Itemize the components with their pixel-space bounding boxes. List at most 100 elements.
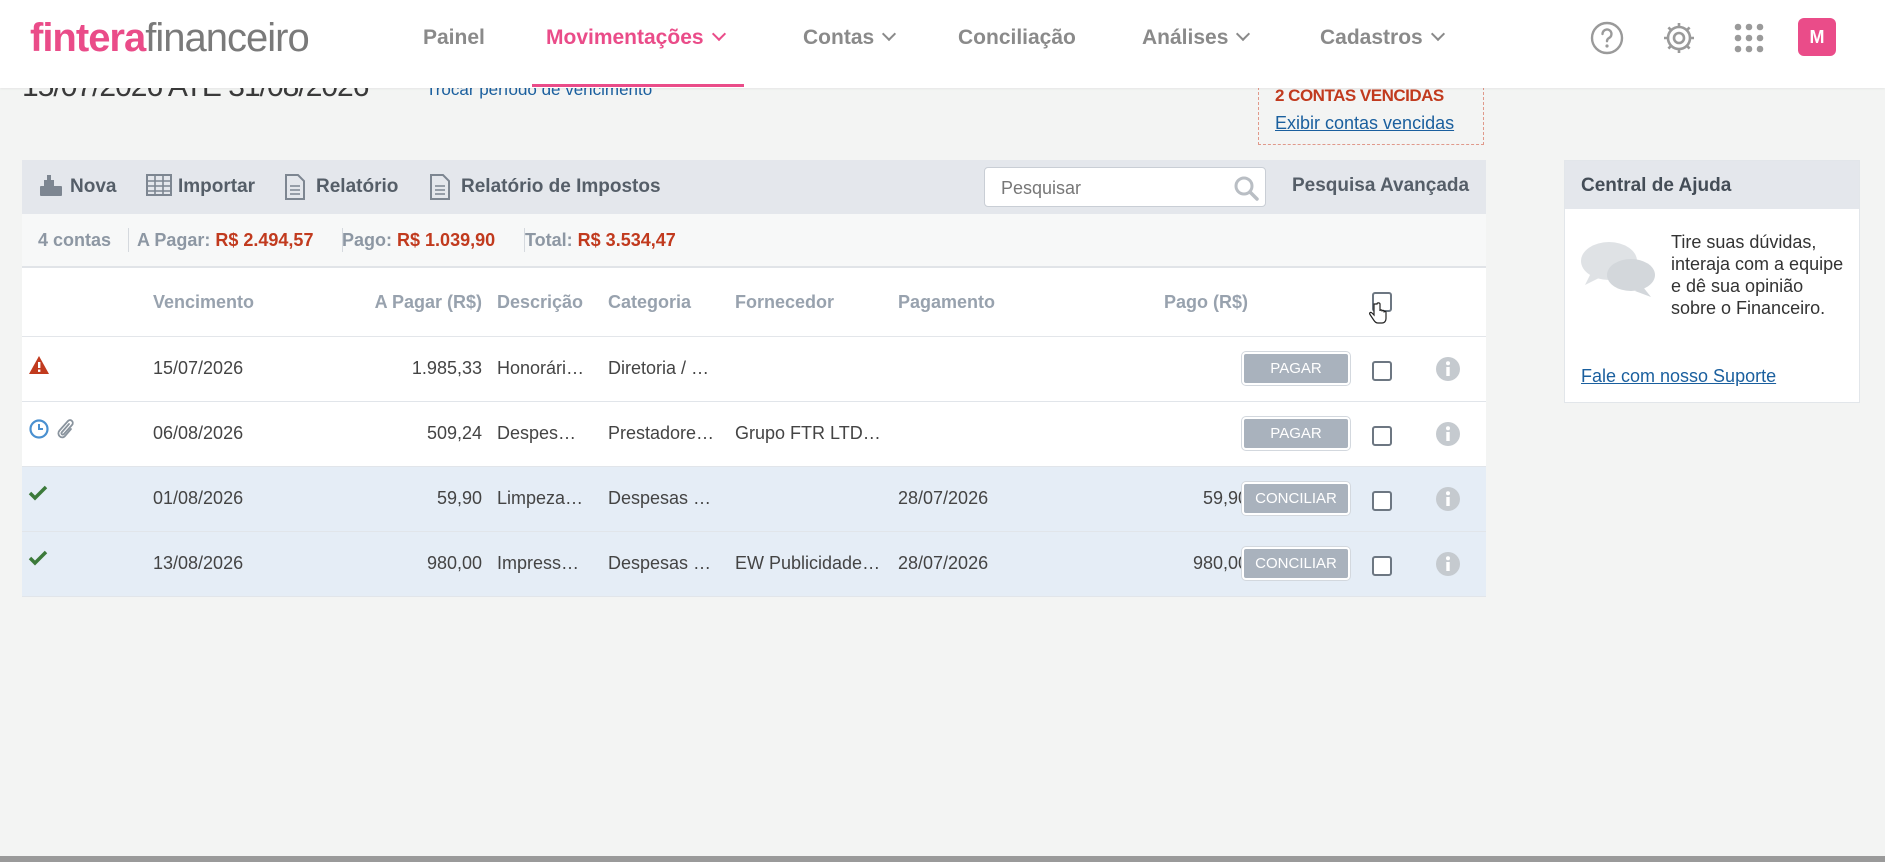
import-button[interactable]: Importar	[146, 174, 256, 198]
logo[interactable]: finterafinanceiro	[30, 16, 310, 61]
logo-sub: financeiro	[145, 16, 309, 60]
reconcile-button[interactable]: CONCILIAR	[1242, 482, 1350, 515]
pay-button[interactable]: PAGAR	[1242, 352, 1350, 385]
toolbar: Nova Importar Relatório Relatório de Imp…	[22, 160, 1486, 214]
cash-register-icon	[40, 175, 62, 196]
supplier: Grupo FTR LTD…	[735, 423, 881, 443]
col-due[interactable]: Vencimento	[153, 292, 254, 313]
nav-item-analises[interactable]: Análises	[1142, 26, 1251, 50]
search-box	[984, 167, 1266, 207]
show-overdue-link[interactable]: Exibir contas vencidas	[1275, 113, 1454, 134]
apps-grid-icon[interactable]	[1731, 20, 1767, 56]
nav-item-contas[interactable]: Contas	[803, 26, 897, 50]
chevron-down-icon	[1430, 26, 1445, 42]
paid-summary: Pago: R$ 1.039,90	[342, 230, 495, 251]
search-icon[interactable]	[1233, 175, 1259, 201]
checkmark-icon	[28, 550, 48, 566]
nav-label: Contas	[803, 26, 875, 49]
chevron-down-icon	[711, 26, 726, 42]
col-supplier[interactable]: Fornecedor	[735, 292, 834, 313]
report-label: Relatório	[316, 176, 399, 197]
amount-to-pay: 509,24	[426, 423, 482, 443]
import-label: Importar	[178, 176, 256, 197]
amount-to-pay: 59,90	[436, 488, 482, 508]
col-payment[interactable]: Pagamento	[898, 292, 995, 313]
col-paid[interactable]: Pago (R$)	[1062, 292, 1248, 313]
table-row[interactable]: 01/08/2026 59,90 Limpeza… Despesas … 28/…	[22, 467, 1486, 532]
clock-icon	[29, 419, 49, 439]
due-date: 01/08/2026	[153, 488, 244, 508]
nav-label: Cadastros	[1320, 26, 1423, 49]
row-checkbox[interactable]	[1372, 361, 1392, 381]
nav-item-movimentacoes[interactable]: Movimentações	[546, 26, 726, 50]
gear-icon[interactable]	[1661, 20, 1697, 56]
info-icon[interactable]	[1435, 421, 1461, 447]
help-center-panel: Central de Ajuda Tire suas dúvidas, inte…	[1564, 160, 1860, 403]
table-row[interactable]: 15/07/2026 1.985,33 Honorári… Diretoria …	[22, 337, 1486, 402]
table-icon	[146, 174, 172, 196]
bills-table: Vencimento A Pagar (R$) Descrição Catego…	[22, 268, 1486, 597]
payment-date: 28/07/2026	[898, 553, 989, 573]
nav-item-painel[interactable]: Painel	[423, 26, 485, 50]
new-label: Nova	[70, 176, 117, 197]
paid-label: Pago:	[342, 230, 393, 250]
due-date: 15/07/2026	[153, 358, 244, 378]
warning-icon	[29, 356, 49, 374]
nav-label: Conciliação	[958, 26, 1076, 49]
document-icon	[430, 174, 450, 200]
checkmark-icon	[28, 485, 48, 501]
help-text: Tire suas dúvidas, interaja com a equipe…	[1671, 232, 1844, 318]
description: Limpeza…	[497, 488, 584, 508]
tax-report-label: Relatório de Impostos	[461, 176, 661, 197]
table-row[interactable]: 13/08/2026 980,00 Impress… Despesas … EW…	[22, 532, 1486, 597]
table-row[interactable]: 06/08/2026 509,24 Despes… Prestadore… Gr…	[22, 402, 1486, 467]
col-category[interactable]: Categoria	[608, 292, 691, 313]
payment-date: 28/07/2026	[898, 488, 989, 508]
bills-count: 4 contas	[38, 230, 112, 250]
nav-item-conciliacao[interactable]: Conciliação	[958, 26, 1076, 50]
category: Prestadore…	[608, 423, 715, 443]
row-checkbox[interactable]	[1372, 491, 1392, 511]
info-icon[interactable]	[1435, 356, 1461, 382]
total-label: Total:	[525, 230, 573, 250]
paid-amount: 980,00	[1192, 553, 1248, 573]
info-icon[interactable]	[1435, 551, 1461, 577]
description: Impress…	[497, 553, 580, 573]
bills-panel: Nova Importar Relatório Relatório de Imp…	[22, 160, 1486, 597]
active-nav-underline	[532, 84, 744, 87]
user-avatar[interactable]: M	[1798, 18, 1836, 56]
nav-label: Análises	[1142, 26, 1229, 49]
nav-item-cadastros[interactable]: Cadastros	[1320, 26, 1445, 50]
description: Honorári…	[497, 358, 585, 378]
tax-report-button[interactable]: Relatório de Impostos	[430, 174, 661, 200]
amount-to-pay: 980,00	[426, 553, 482, 573]
row-checkbox[interactable]	[1372, 556, 1392, 576]
amount-to-pay: 1.985,33	[411, 358, 482, 378]
advanced-search-link[interactable]: Pesquisa Avançada	[1292, 175, 1469, 197]
chevron-down-icon	[882, 26, 897, 42]
col-to-pay[interactable]: A Pagar (R$)	[290, 292, 482, 313]
pay-button[interactable]: PAGAR	[1242, 417, 1350, 450]
supplier: EW Publicidade…	[735, 553, 881, 573]
top-header: finterafinanceiro Painel Movimentações C…	[0, 0, 1885, 88]
paperclip-icon	[57, 419, 74, 439]
info-icon[interactable]	[1435, 486, 1461, 512]
search-input[interactable]	[999, 176, 1223, 200]
support-link[interactable]: Fale com nosso Suporte	[1581, 366, 1776, 387]
reconcile-button[interactable]: CONCILIAR	[1242, 547, 1350, 580]
help-title: Central de Ajuda	[1581, 175, 1732, 196]
paid-amount: 59,90	[1202, 488, 1248, 508]
table-header: Vencimento A Pagar (R$) Descrição Catego…	[22, 268, 1486, 337]
col-description[interactable]: Descrição	[497, 292, 583, 313]
to-pay-label: A Pagar:	[137, 230, 211, 250]
to-pay-value: R$ 2.494,57	[215, 230, 314, 250]
logo-brand: fintera	[30, 16, 146, 60]
due-date: 13/08/2026	[153, 553, 244, 573]
help-icon[interactable]	[1589, 20, 1625, 56]
report-button[interactable]: Relatório	[285, 174, 399, 200]
row-checkbox[interactable]	[1372, 426, 1392, 446]
category: Diretoria / …	[608, 358, 710, 378]
to-pay-summary: A Pagar: R$ 2.494,57	[137, 230, 313, 251]
category: Despesas …	[608, 488, 712, 508]
new-button[interactable]: Nova	[40, 175, 117, 198]
